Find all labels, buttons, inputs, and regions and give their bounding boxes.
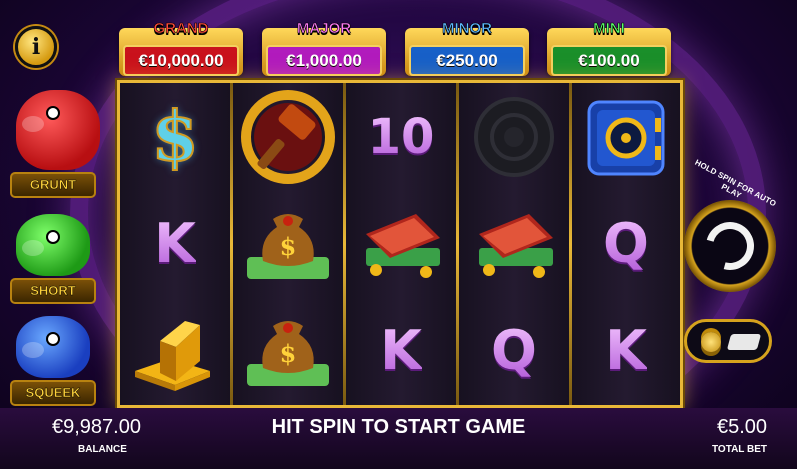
gold-bars-icon [135, 320, 210, 391]
total-bet-label: TOTAL BET [712, 444, 767, 455]
jackpot-value: €10,000.00 [123, 45, 239, 76]
letter-q: Q [491, 319, 537, 382]
bet-settings-button[interactable] [684, 319, 772, 363]
svg-text:$: $ [280, 339, 297, 368]
squeek-pig: SQUEEK [10, 316, 98, 406]
pig-label: SHORT [10, 278, 96, 304]
jackpot-title: GRAND [153, 20, 209, 38]
jackpot-grand: GRAND €10,000.00 [115, 18, 247, 80]
reel-3: 10 K [346, 83, 456, 405]
wallet-icon [479, 213, 553, 278]
letter-k: K [380, 319, 422, 382]
letter-k: K [605, 319, 647, 382]
jackpot-title: MINOR [442, 20, 493, 38]
coins-icon [701, 332, 721, 352]
reel-2: $ $ [233, 83, 343, 405]
money-bag-icon: $ [247, 213, 329, 279]
red-piggy-bank-icon [16, 90, 100, 170]
jackpot-value: €1,000.00 [266, 45, 382, 76]
reel-area: $ K $ $ 10 K Q Q K [117, 80, 683, 408]
symbol-gold-bars [120, 297, 230, 404]
balance-label: BALANCE [78, 444, 127, 455]
refresh-icon [697, 213, 763, 279]
pig-label: GRUNT [10, 172, 96, 198]
symbol-k: K [572, 297, 680, 404]
jackpot-major: MAJOR €1,000.00 [258, 18, 390, 80]
reel-4: Q [459, 83, 569, 405]
info-button[interactable]: i [15, 26, 57, 68]
blue-piggy-bank-icon [16, 316, 90, 378]
symbol-safe [572, 83, 680, 190]
jackpot-value: €250.00 [409, 45, 525, 76]
symbol-money-bag: $ [233, 297, 343, 404]
card-icon [726, 334, 762, 350]
symbol-hammer [233, 83, 343, 190]
symbol-k: K [120, 190, 230, 297]
jackpot-minor: MINOR €250.00 [401, 18, 533, 80]
symbol-k: K [346, 297, 456, 404]
pig-label: SQUEEK [10, 380, 96, 406]
symbol-wallet [459, 190, 569, 297]
dollar-icon: $ [150, 96, 199, 178]
grunt-pig: GRUNT [10, 90, 100, 198]
symbol-money-bag: $ [233, 190, 343, 297]
letter-k: K [154, 212, 196, 275]
jackpot-bar: GRAND €10,000.00 MAJOR €1,000.00 MINOR €… [115, 18, 680, 80]
reel-1: $ K [120, 83, 230, 405]
symbol-10: 10 [346, 83, 456, 190]
jackpot-title: MAJOR [296, 20, 352, 38]
empty-slot-icon [474, 96, 554, 177]
total-bet-value: €5.00 [717, 416, 768, 438]
jackpot-value: €100.00 [551, 45, 667, 76]
symbol-empty [459, 83, 569, 190]
number-10: 10 [367, 108, 435, 165]
symbol-wallet [346, 190, 456, 297]
letter-q: Q [603, 212, 649, 275]
svg-text:$: $ [280, 232, 297, 261]
symbol-dollar: $ [120, 83, 230, 190]
reel-5: Q K [572, 83, 680, 405]
symbol-q: Q [572, 190, 680, 297]
hammer-icon [241, 89, 335, 184]
green-piggy-bank-icon [16, 214, 90, 276]
safe-icon [587, 100, 665, 175]
money-bag-icon: $ [247, 320, 329, 386]
symbol-q: Q [459, 297, 569, 404]
spin-button[interactable] [684, 200, 776, 292]
jackpot-mini: MINI €100.00 [543, 18, 675, 80]
short-pig: SHORT [10, 214, 98, 304]
jackpot-title: MINI [593, 20, 625, 38]
status-message: HIT SPIN TO START GAME [271, 416, 526, 438]
wallet-icon [366, 213, 440, 278]
